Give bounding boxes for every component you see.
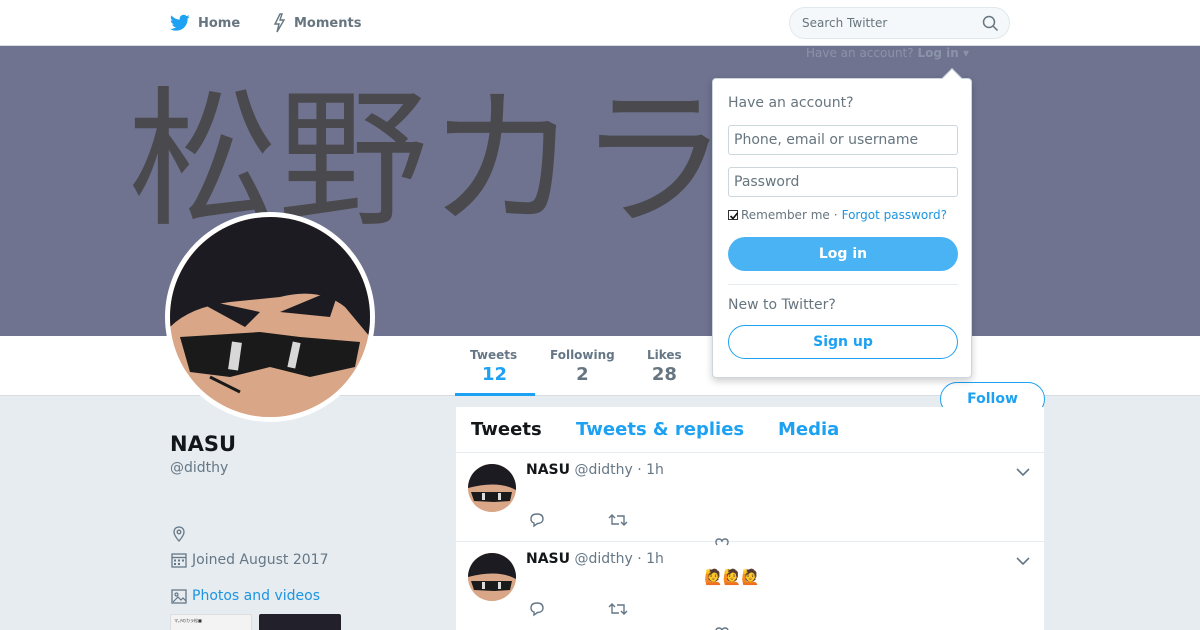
tweet-timeline: Tweets Tweets & replies Media NASU @didt… bbox=[456, 407, 1044, 630]
login-button[interactable]: Log in bbox=[728, 237, 958, 271]
have-account-prompt: Have an account? bbox=[806, 46, 914, 60]
nav-home-label: Home bbox=[198, 15, 241, 31]
remember-row: Remember me · Forgot password? bbox=[728, 208, 947, 222]
thumbnail-text: マ｡ﾁのカラ松■ bbox=[174, 618, 202, 623]
forgot-password-link[interactable]: Forgot password? bbox=[842, 208, 947, 222]
magnifier-icon[interactable] bbox=[982, 15, 999, 32]
password-field[interactable] bbox=[728, 167, 958, 197]
retweet-icon[interactable] bbox=[608, 512, 628, 528]
lightning-icon bbox=[272, 13, 286, 33]
tweet-author-name[interactable]: NASU bbox=[526, 551, 570, 567]
tweet-author-handle[interactable]: @didthy bbox=[574, 462, 632, 478]
heart-icon[interactable] bbox=[714, 626, 730, 630]
profile-joined: Joined August 2017 bbox=[170, 551, 328, 569]
profile-avatar[interactable] bbox=[165, 212, 375, 422]
photos-videos-link[interactable]: Photos and videos bbox=[170, 587, 320, 605]
nav-moments-label: Moments bbox=[294, 15, 362, 31]
search-box bbox=[789, 7, 1010, 39]
tab-tweets[interactable]: Tweets bbox=[471, 419, 542, 440]
media-thumbnail[interactable]: マ｡ﾁのカラ松■ bbox=[170, 614, 252, 630]
retweet-icon[interactable] bbox=[608, 601, 628, 617]
location-pin-icon bbox=[170, 525, 188, 543]
checkmark-icon bbox=[729, 212, 739, 220]
login-dropdown: Have an account? Remember me · Forgot pa… bbox=[712, 68, 972, 378]
joined-text: Joined August 2017 bbox=[192, 552, 329, 568]
login-title: Have an account? bbox=[728, 95, 854, 111]
twitter-bird-icon bbox=[170, 14, 190, 32]
image-icon bbox=[170, 587, 188, 605]
profile-name: NASU bbox=[170, 432, 237, 456]
tweet-header: NASU @didthy · 1h bbox=[526, 462, 664, 478]
new-to-twitter-title: New to Twitter? bbox=[728, 297, 836, 313]
stat-label: Tweets bbox=[470, 348, 518, 362]
top-navigation-bar: Home Moments bbox=[0, 0, 1200, 46]
stat-value: 12 bbox=[482, 364, 508, 385]
tweet-item[interactable]: NASU @didthy · 1h 🙋🙋🙋 bbox=[456, 542, 1044, 630]
tweet-timestamp[interactable]: · 1h bbox=[637, 551, 664, 567]
timeline-tabs: Tweets Tweets & replies Media bbox=[456, 407, 1044, 453]
divider bbox=[728, 284, 958, 285]
reply-icon[interactable] bbox=[528, 512, 546, 528]
signup-button[interactable]: Sign up bbox=[728, 325, 958, 359]
tweet-item[interactable]: NASU @didthy · 1h bbox=[456, 453, 1044, 546]
nav-home-link[interactable]: Home bbox=[170, 11, 240, 35]
stat-likes[interactable]: Likes 28 bbox=[647, 348, 682, 385]
tweet-text: 🙋🙋🙋 bbox=[704, 568, 761, 586]
have-account-link[interactable]: Have an account? Log in ▾ bbox=[806, 46, 969, 60]
tab-media[interactable]: Media bbox=[778, 419, 839, 440]
remember-checkbox[interactable] bbox=[728, 210, 739, 220]
profile-location bbox=[170, 525, 192, 543]
nav-moments-link[interactable]: Moments bbox=[272, 11, 361, 35]
calendar-icon bbox=[170, 551, 188, 569]
media-thumbnail[interactable] bbox=[259, 614, 341, 630]
tweet-author-handle[interactable]: @didthy bbox=[574, 551, 632, 567]
separator: · bbox=[833, 208, 838, 222]
profile-handle: @didthy bbox=[170, 460, 229, 476]
tweet-avatar[interactable] bbox=[468, 553, 516, 601]
chevron-down-icon[interactable] bbox=[1016, 467, 1030, 477]
login-link[interactable]: Log in ▾ bbox=[917, 46, 969, 60]
stat-value: 28 bbox=[651, 364, 677, 385]
tweet-header: NASU @didthy · 1h bbox=[526, 551, 664, 567]
tab-tweets-replies[interactable]: Tweets & replies bbox=[576, 419, 744, 440]
stat-label: Following bbox=[550, 348, 615, 362]
tweet-timestamp[interactable]: · 1h bbox=[637, 462, 664, 478]
stat-tweets[interactable]: Tweets 12 bbox=[455, 348, 535, 396]
avatar-illustration bbox=[170, 217, 370, 417]
chevron-down-icon[interactable] bbox=[1016, 556, 1030, 566]
remember-label[interactable]: Remember me bbox=[741, 208, 830, 222]
search-input[interactable] bbox=[802, 8, 972, 38]
photos-videos-label: Photos and videos bbox=[192, 588, 321, 604]
stat-label: Likes bbox=[647, 348, 682, 362]
username-field[interactable] bbox=[728, 125, 958, 155]
banner-image-text: 松野カラ bbox=[128, 74, 729, 248]
tweet-avatar[interactable] bbox=[468, 464, 516, 512]
tweet-author-name[interactable]: NASU bbox=[526, 462, 570, 478]
stat-following[interactable]: Following 2 bbox=[550, 348, 615, 385]
stat-value: 2 bbox=[576, 364, 589, 385]
reply-icon[interactable] bbox=[528, 601, 546, 617]
